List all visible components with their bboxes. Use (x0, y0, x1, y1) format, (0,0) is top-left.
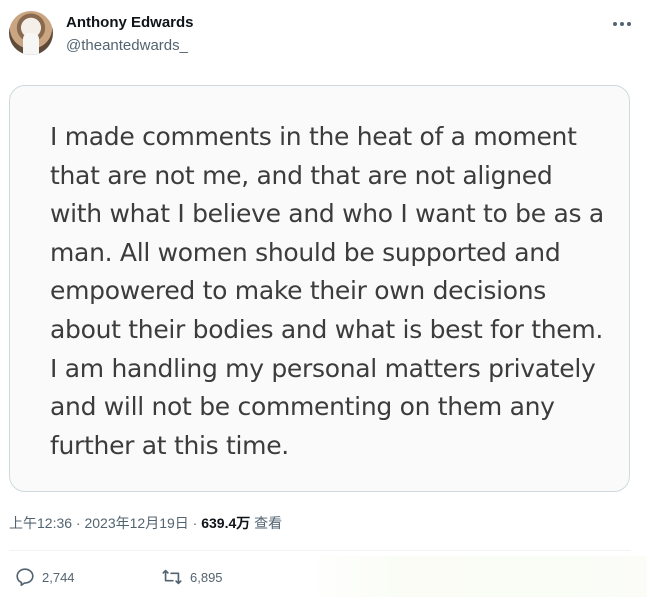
tweet-image[interactable]: I made comments in the heat of a moment … (9, 85, 630, 492)
retweet-button[interactable]: 6,895 (160, 566, 223, 588)
tweet-header: Anthony Edwards @theantedwards_ (0, 0, 647, 70)
divider (9, 550, 631, 551)
retweet-icon (162, 569, 182, 585)
action-bar: 2,744 6,895 (0, 556, 647, 597)
reply-button[interactable]: 2,744 (14, 566, 75, 588)
author-name[interactable]: Anthony Edwards (66, 14, 194, 31)
more-horizontal-icon (613, 22, 617, 26)
more-options-button[interactable] (610, 14, 634, 34)
avatar[interactable] (9, 11, 53, 55)
image-statement-text: I made comments in the heat of a moment … (50, 122, 604, 460)
reply-icon (16, 568, 34, 587)
tweet-meta: 上午12:36 · 2023年12月19日 · 639.4万 查看 (9, 513, 282, 533)
views-label: 查看 (250, 515, 283, 531)
author-handle[interactable]: @theantedwards_ (66, 37, 188, 54)
views-count: 639.4万 (201, 515, 251, 531)
timestamp[interactable]: 上午12:36 · 2023年12月19日 · (9, 515, 201, 531)
reply-count: 2,744 (42, 569, 75, 585)
retweet-count: 6,895 (190, 569, 223, 585)
